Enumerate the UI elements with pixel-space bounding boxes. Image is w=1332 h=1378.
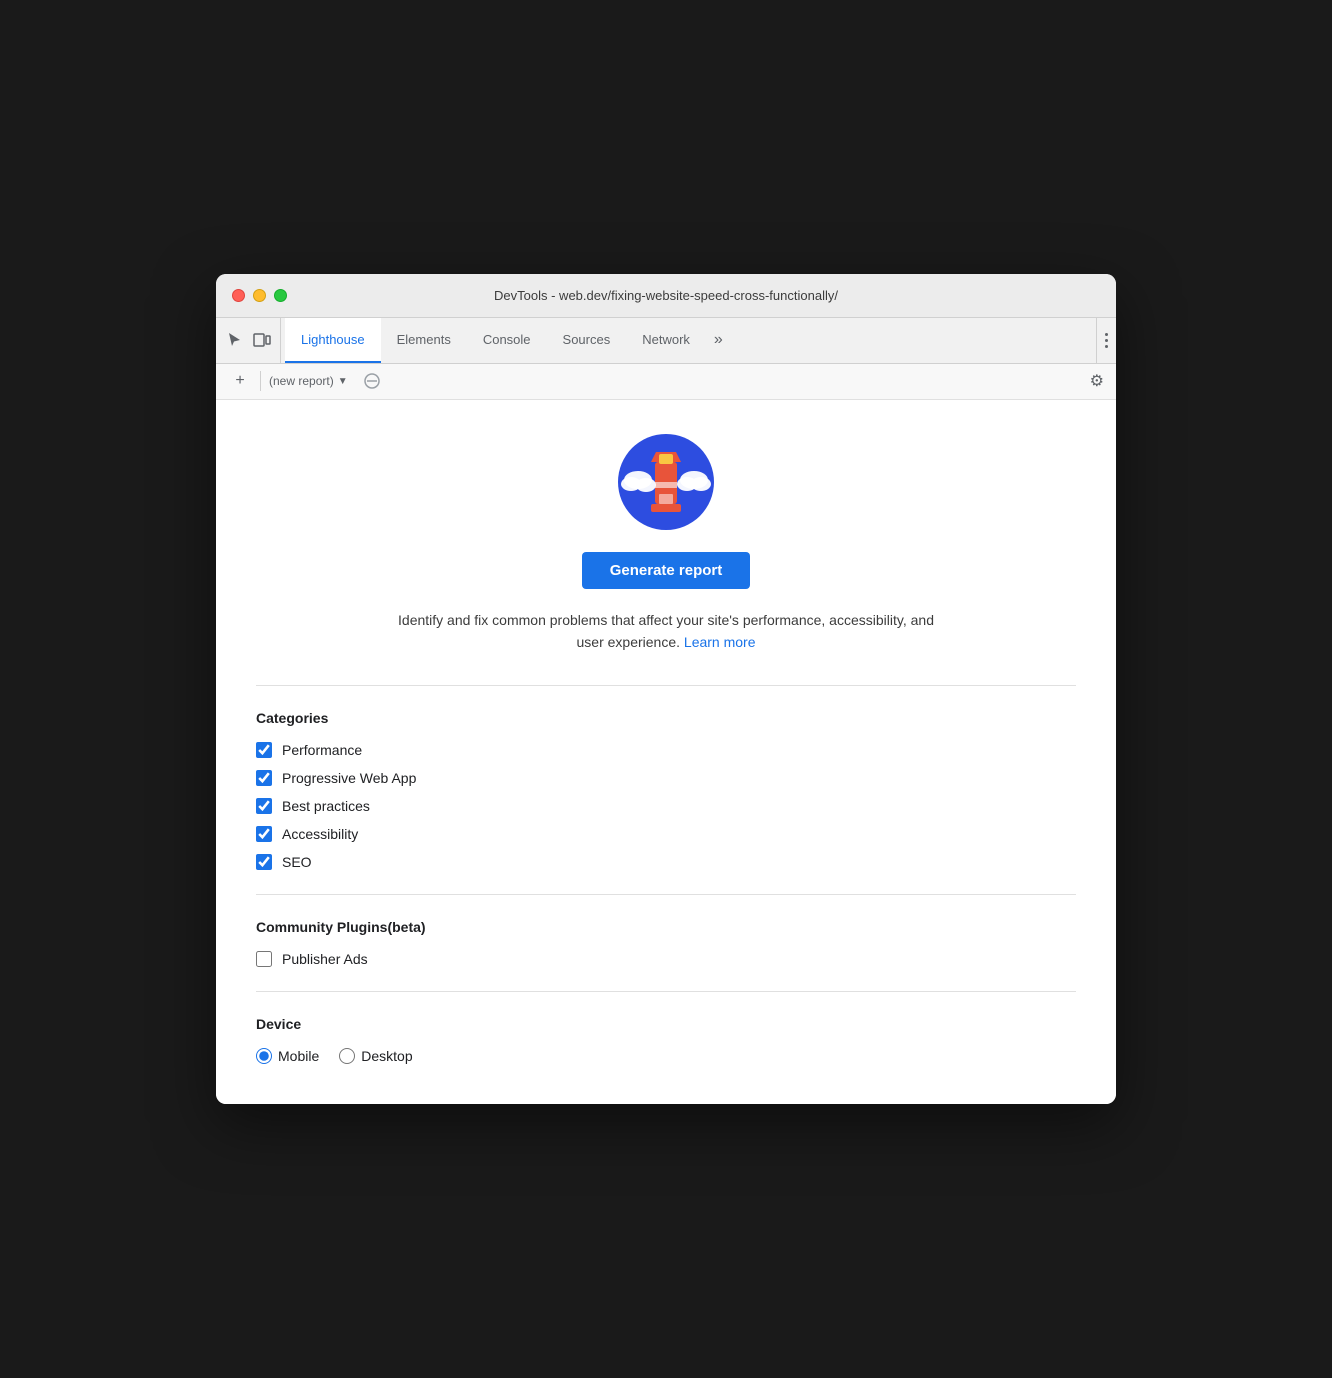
seo-checkbox[interactable] <box>256 854 272 870</box>
devtools-window: DevTools - web.dev/fixing-website-speed-… <box>216 274 1116 1105</box>
device-section: Device Mobile Desktop <box>256 1016 1076 1064</box>
categories-section: Categories Performance Progressive Web A… <box>256 710 1076 870</box>
category-accessibility[interactable]: Accessibility <box>256 826 1076 842</box>
tab-console[interactable]: Console <box>467 318 547 363</box>
category-seo[interactable]: SEO <box>256 854 1076 870</box>
tab-elements[interactable]: Elements <box>381 318 467 363</box>
device-list: Mobile Desktop <box>256 1048 1076 1064</box>
cursor-icon[interactable] <box>224 330 244 350</box>
report-selector-label: (new report) <box>269 374 334 388</box>
community-plugins-title: Community Plugins(beta) <box>256 919 1076 935</box>
categories-title: Categories <box>256 710 1076 726</box>
device-mobile[interactable]: Mobile <box>256 1048 319 1064</box>
mobile-radio[interactable] <box>256 1048 272 1064</box>
tab-bar: Lighthouse Elements Console Sources Netw… <box>216 318 1116 364</box>
learn-more-link[interactable]: Learn more <box>684 634 756 650</box>
close-button[interactable] <box>232 289 245 302</box>
community-plugins-section: Community Plugins(beta) Publisher Ads <box>256 919 1076 967</box>
desktop-radio[interactable] <box>339 1048 355 1064</box>
more-options-icon[interactable] <box>1105 333 1108 348</box>
settings-button[interactable]: ⚙ <box>1090 371 1104 391</box>
toolbar: + (new report) ▼ ⚙ <box>216 364 1116 400</box>
plugins-divider <box>256 894 1076 895</box>
delete-report-button[interactable] <box>360 369 384 393</box>
plugin-publisher-ads[interactable]: Publisher Ads <box>256 951 1076 967</box>
add-report-button[interactable]: + <box>228 369 252 393</box>
device-divider <box>256 991 1076 992</box>
report-selector[interactable]: (new report) ▼ <box>269 374 348 388</box>
tab-bar-icons <box>224 318 281 363</box>
maximize-button[interactable] <box>274 289 287 302</box>
tab-list: Lighthouse Elements Console Sources Netw… <box>285 318 1092 363</box>
hero-section: Generate report Identify and fix common … <box>256 432 1076 654</box>
dropdown-arrow-icon: ▼ <box>338 376 348 387</box>
generate-report-button[interactable]: Generate report <box>582 552 751 589</box>
category-pwa[interactable]: Progressive Web App <box>256 770 1076 786</box>
title-bar: DevTools - web.dev/fixing-website-speed-… <box>216 274 1116 318</box>
category-best-practices[interactable]: Best practices <box>256 798 1076 814</box>
tab-sources[interactable]: Sources <box>547 318 627 363</box>
more-tabs-button[interactable]: » <box>706 318 731 363</box>
minimize-button[interactable] <box>253 289 266 302</box>
device-desktop[interactable]: Desktop <box>339 1048 412 1064</box>
categories-divider <box>256 685 1076 686</box>
traffic-lights <box>232 289 287 302</box>
window-title: DevTools - web.dev/fixing-website-speed-… <box>494 288 838 303</box>
category-performance[interactable]: Performance <box>256 742 1076 758</box>
tab-bar-right <box>1096 318 1108 363</box>
plugins-list: Publisher Ads <box>256 951 1076 967</box>
best-practices-checkbox[interactable] <box>256 798 272 814</box>
main-content: Generate report Identify and fix common … <box>216 400 1116 1105</box>
publisher-ads-checkbox[interactable] <box>256 951 272 967</box>
toolbar-divider <box>260 371 261 391</box>
accessibility-checkbox[interactable] <box>256 826 272 842</box>
pwa-checkbox[interactable] <box>256 770 272 786</box>
lighthouse-logo <box>616 432 716 532</box>
tab-lighthouse[interactable]: Lighthouse <box>285 318 381 363</box>
performance-checkbox[interactable] <box>256 742 272 758</box>
categories-list: Performance Progressive Web App Best pra… <box>256 742 1076 870</box>
description-text: Identify and fix common problems that af… <box>386 609 946 654</box>
device-title: Device <box>256 1016 1076 1032</box>
tab-network[interactable]: Network <box>626 318 706 363</box>
device-toggle-icon[interactable] <box>252 330 272 350</box>
